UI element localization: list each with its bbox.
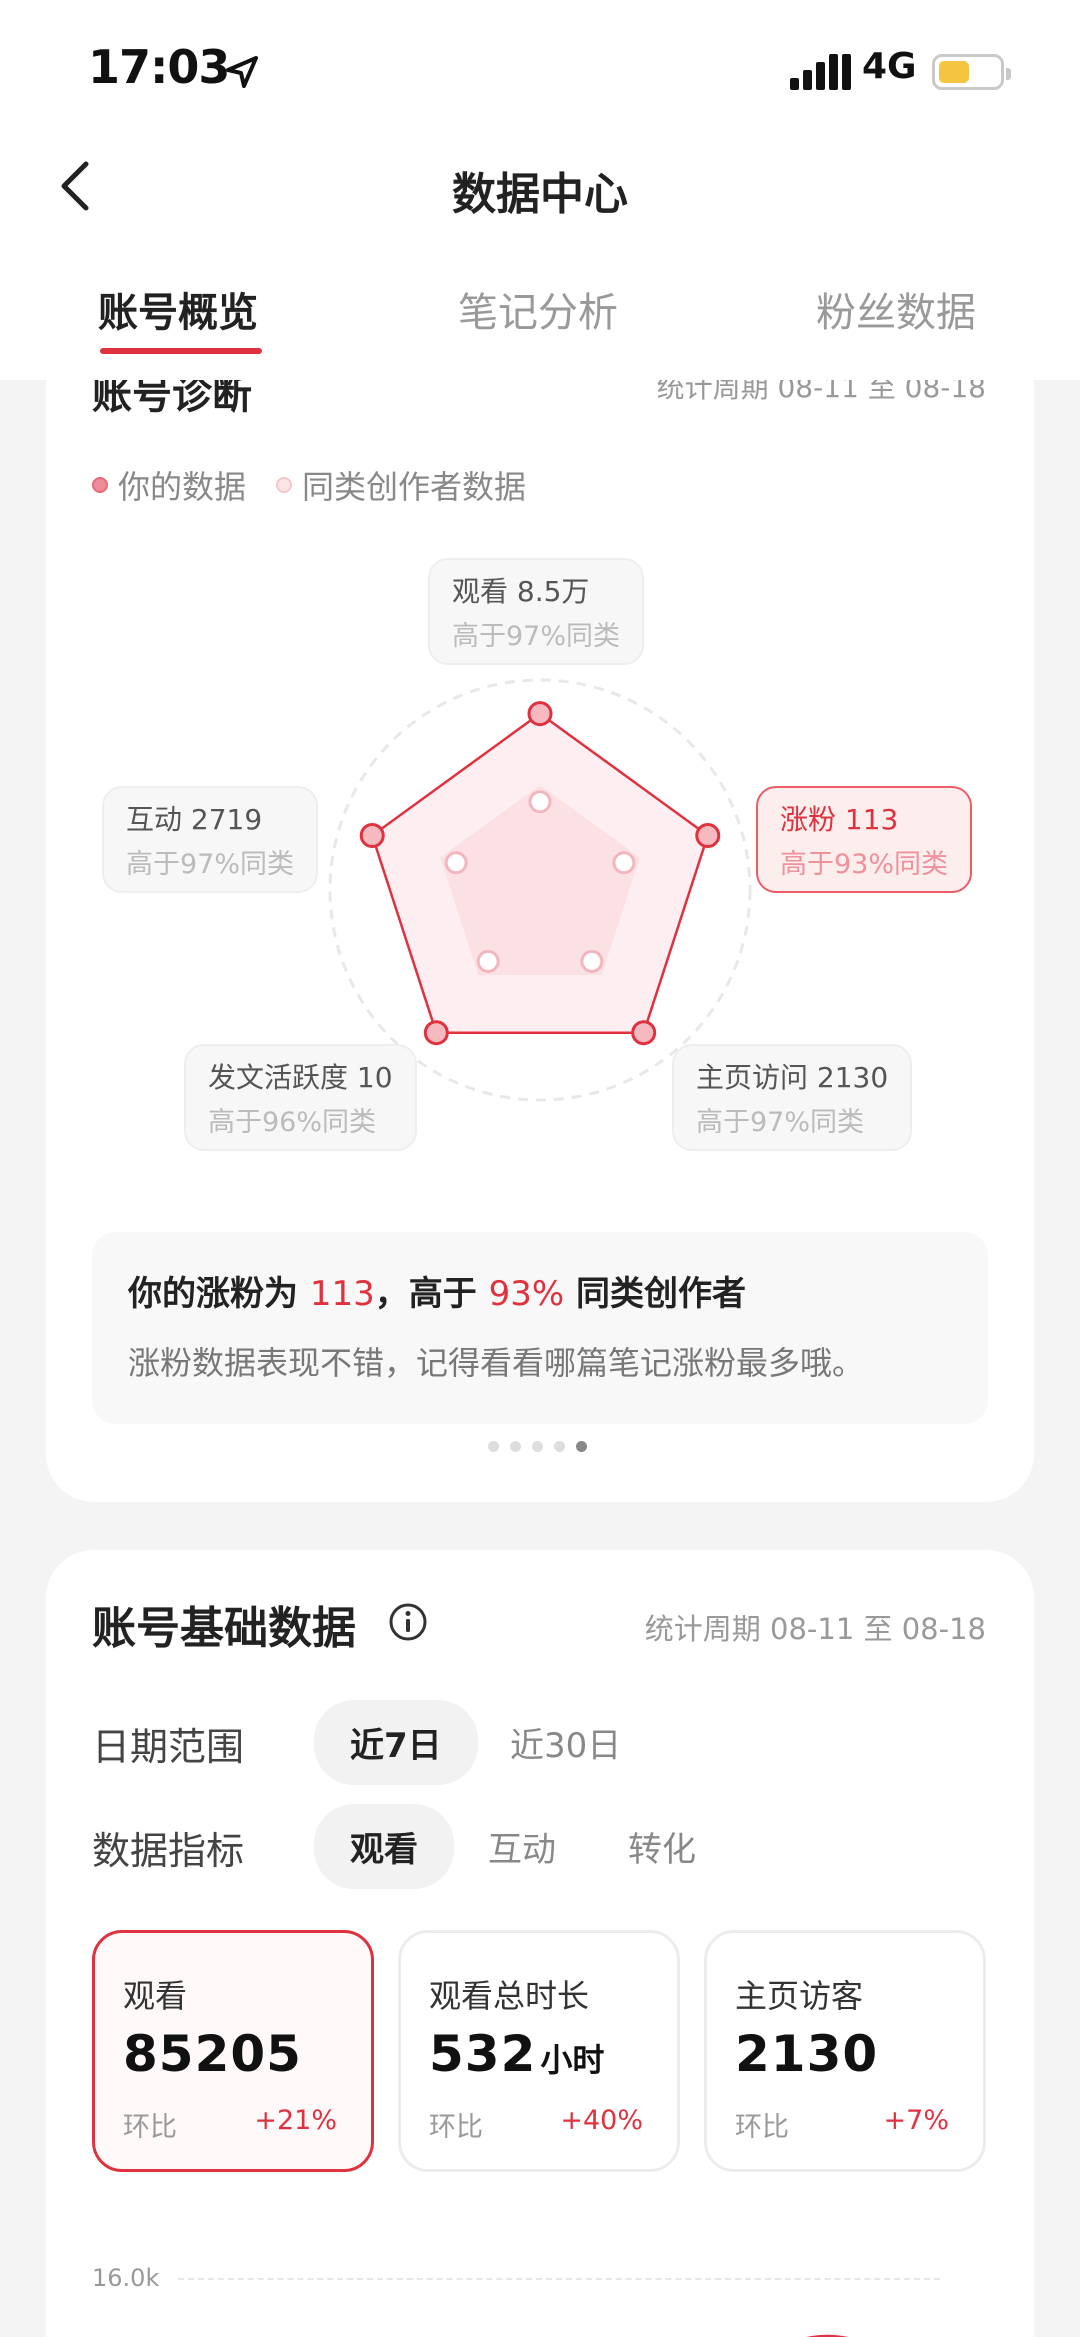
radar-mine-point [359,822,385,848]
summary-text-2: ，高于 [374,1274,477,1314]
radar-mine-point [695,822,721,848]
radar-mine-point [527,701,553,727]
chart-y-tick: 16.0k [92,2264,160,2292]
radar-label-profile-visits[interactable]: 主页访问 2130 高于97%同类 [672,1044,913,1151]
status-time: 17:03 [88,40,230,94]
pager-dot [576,1441,587,1452]
chart-curve-peek [806,2334,848,2337]
metric-card-views[interactable]: 观看 85205 环比 +21% [92,1930,374,2172]
radar-label-follows-value: 涨粉 113 [780,803,899,836]
info-icon[interactable] [388,1602,428,1642]
metric-value: 532 小时 [429,2025,604,2083]
radar-label-views-compare: 高于97%同类 [452,621,621,652]
date-range-7d[interactable]: 近7日 [314,1700,478,1785]
tab-note-analysis[interactable]: 笔记分析 [458,280,618,338]
radar-peer-point [444,851,468,875]
status-bar: 17:03 4G [0,0,1080,140]
metric-name: 主页访客 [735,1977,864,2015]
chart-gridline [178,2278,940,2280]
metric-card-watch-time[interactable]: 观看总时长 532 小时 环比 +40% [398,1930,680,2172]
network-type: 4G [862,46,917,87]
radar-label-follows-compare: 高于93%同类 [780,849,949,880]
radar-label-interactions-compare: 高于97%同类 [126,849,295,880]
indicator-label: 数据指标 [92,1829,245,1873]
diagnosis-summary: 你的涨粉为 113，高于 93% 同类创作者 涨粉数据表现不错，记得看看哪篇笔记… [92,1232,988,1424]
summary-text-1: 你的涨粉为 [128,1274,298,1314]
metric-compare-label: 环比 [735,2112,789,2143]
radar-mine-point [631,1020,657,1046]
carousel-pager [488,1441,587,1452]
radar-mine-point [423,1020,449,1046]
radar-peer-point [476,949,500,973]
metric-value-number: 2130 [735,2025,879,2083]
summary-headline: 你的涨粉为 113，高于 93% 同类创作者 [128,1266,746,1315]
battery-icon [932,54,1011,90]
metric-name: 观看总时长 [429,1977,590,2015]
radar-label-profile-visits-compare: 高于97%同类 [696,1107,865,1138]
indicator-views[interactable]: 观看 [314,1804,454,1889]
basic-data-period: 统计周期 08-11 至 08-18 [644,1612,986,1646]
date-range-label: 日期范围 [92,1725,245,1769]
summary-tip: 涨粉数据表现不错，记得看看哪篇笔记涨粉最多哦。 [128,1344,865,1382]
tab-bar: 账号概览 笔记分析 粉丝数据 [0,280,1080,360]
metric-delta: +7% [883,2105,949,2136]
date-range-30d[interactable]: 近30日 [474,1700,657,1785]
metric-card-profile-visitors[interactable]: 主页访客 2130 环比 +7% [704,1930,986,2172]
radar-label-activity-compare: 高于96%同类 [208,1107,377,1138]
tab-active-indicator [100,348,262,354]
basic-data-title: 账号基础数据 [92,1603,356,1654]
radar-peer-point [580,949,604,973]
metric-compare-label: 环比 [123,2112,177,2143]
metric-value: 2130 [735,2025,878,2083]
tab-account-overview[interactable]: 账号概览 [98,280,258,338]
radar-label-follows[interactable]: 涨粉 113 高于93%同类 [756,786,973,893]
metric-delta: +40% [560,2105,643,2136]
pager-dot [510,1441,521,1452]
radar-peer-point [528,790,552,814]
metric-compare-label: 环比 [429,2112,483,2143]
pager-dot [554,1441,565,1452]
metric-value: 85205 [123,2025,302,2083]
radar-label-views-value: 观看 8.5万 [452,575,590,608]
pager-dot [488,1441,499,1452]
indicator-interactions[interactable]: 互动 [452,1804,592,1889]
page-title: 数据中心 [452,169,628,220]
summary-percent-value: 93% [488,1274,565,1314]
summary-follows-value: 113 [309,1274,375,1314]
radar-label-profile-visits-value: 主页访问 2130 [696,1061,889,1094]
radar-label-interactions-value: 互动 2719 [126,803,263,836]
radar-label-activity[interactable]: 发文活跃度 10 高于96%同类 [184,1044,417,1151]
radar-peer-point [612,851,636,875]
radar-label-activity-value: 发文活跃度 10 [208,1061,393,1094]
cellular-signal-icon [790,54,851,90]
indicator-conversion[interactable]: 转化 [592,1804,732,1889]
radar-label-views[interactable]: 观看 8.5万 高于97%同类 [428,558,645,665]
metric-delta: +21% [254,2105,337,2136]
radar-label-interactions[interactable]: 互动 2719 高于97%同类 [102,786,319,893]
pager-dot [532,1441,543,1452]
metric-value-number: 532 [429,2025,537,2083]
metric-name: 观看 [123,1977,188,2015]
summary-text-3: 同类创作者 [576,1274,747,1314]
metric-value-number: 85205 [123,2025,302,2083]
metric-unit: 小时 [540,2041,605,2079]
location-arrow-icon [226,56,258,88]
top-header: 17:03 4G 数据中心 账号概览 笔记分析 粉丝数据 [0,0,1080,380]
tab-fans-data[interactable]: 粉丝数据 [816,280,976,338]
